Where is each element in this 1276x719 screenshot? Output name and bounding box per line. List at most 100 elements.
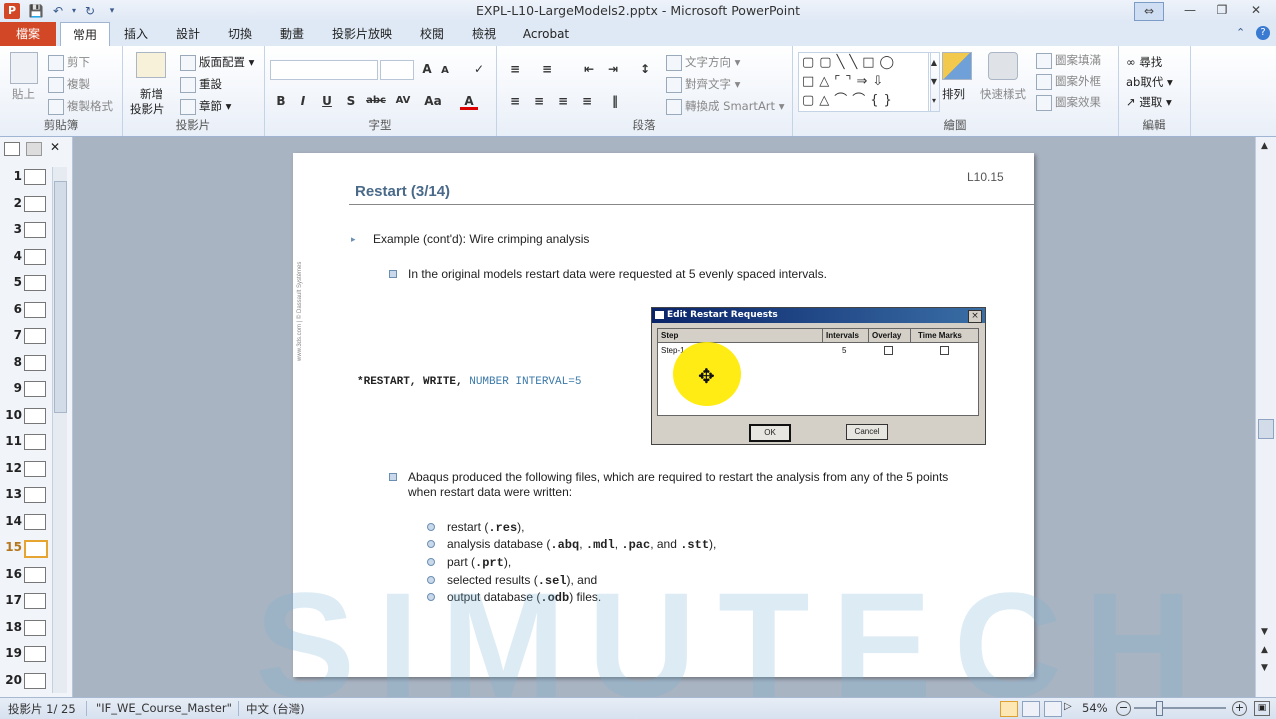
new-slide-label-1[interactable]: 新增 <box>140 86 163 102</box>
theme-name[interactable]: "IF_WE_Course_Master" <box>96 701 232 715</box>
timemarks-checkbox[interactable] <box>940 346 949 355</box>
thumbnail-preview[interactable] <box>24 195 46 212</box>
find-button[interactable]: ∞ 尋找 <box>1126 54 1162 70</box>
thumbnail-preview[interactable] <box>24 248 46 265</box>
overlay-checkbox[interactable] <box>884 346 893 355</box>
restore-ribbon-button[interactable]: ⇔ <box>1134 2 1164 21</box>
format-painter-button[interactable]: 複製格式 <box>48 98 113 115</box>
zoom-in-icon[interactable]: + <box>1232 701 1247 716</box>
slide-title[interactable]: Restart (3/14) <box>355 183 450 200</box>
increase-indent-icon[interactable]: ⇥ <box>604 60 622 78</box>
slide-thumbnail-2[interactable]: 2 <box>0 195 50 222</box>
clear-format-icon[interactable]: ✓ <box>470 60 488 78</box>
thumbnail-preview[interactable] <box>24 646 46 662</box>
tab-acrobat[interactable]: Acrobat <box>516 22 576 46</box>
copy-button[interactable]: 複製 <box>48 76 90 93</box>
scroll-up-icon[interactable]: ▲ <box>1261 141 1268 151</box>
tab-review[interactable]: 校閱 <box>410 22 454 46</box>
minimize-button[interactable]: — <box>1176 2 1204 19</box>
char-spacing-button[interactable]: AV <box>392 92 414 110</box>
justify-icon[interactable]: ≡ <box>578 92 596 110</box>
thumbnail-preview[interactable] <box>24 619 46 636</box>
quick-styles-icon[interactable] <box>988 52 1018 80</box>
fit-to-window-icon[interactable]: ▣ <box>1254 701 1270 716</box>
replace-button[interactable]: ab取代 ▾ <box>1126 74 1173 90</box>
align-text-button[interactable]: 對齊文字 ▾ <box>666 76 740 93</box>
shape-fill-button[interactable]: 圖案填滿 <box>1036 52 1101 69</box>
slides-tab-icon[interactable] <box>4 142 20 156</box>
thumbnail-preview[interactable] <box>24 566 46 583</box>
tab-transitions[interactable]: 切換 <box>218 22 262 46</box>
slide-thumbnail-9[interactable]: 9 <box>0 381 50 407</box>
slide-thumbnail-10[interactable]: 10 <box>0 407 50 434</box>
paste-button[interactable]: 貼上 <box>12 86 35 102</box>
thumbnail-scroll-thumb[interactable] <box>54 181 67 413</box>
shape-outline-button[interactable]: 圖案外框 <box>1036 73 1101 90</box>
slide-thumbnail-5[interactable]: 5 <box>0 275 50 301</box>
thumbnail-preview[interactable] <box>24 540 48 558</box>
zoom-out-icon[interactable]: − <box>1116 701 1131 716</box>
smartart-button[interactable]: 轉換成 SmartArt ▾ <box>666 98 784 115</box>
shadow-button[interactable]: S <box>342 92 360 110</box>
thumbnail-preview[interactable] <box>24 222 46 238</box>
arrange-button[interactable]: 排列 <box>942 86 965 102</box>
slide-thumbnail-20[interactable]: 20 <box>0 672 50 699</box>
italic-button[interactable]: I <box>294 92 312 110</box>
zoom-slider-thumb[interactable] <box>1156 701 1163 716</box>
close-panel-icon[interactable]: ✕ <box>50 140 60 154</box>
close-window-button[interactable]: ✕ <box>1242 2 1270 19</box>
font-size-combo[interactable] <box>380 60 414 80</box>
sub-bullet-restart-data[interactable]: In the original models restart data were… <box>408 267 827 281</box>
maximize-button[interactable]: ❐ <box>1208 2 1236 19</box>
columns-icon[interactable]: ‖ <box>606 92 624 110</box>
text-direction-button[interactable]: 文字方向 ▾ <box>666 54 740 71</box>
underline-button[interactable]: U <box>318 92 336 110</box>
align-right-icon[interactable]: ≡ <box>554 92 572 110</box>
quick-styles-button[interactable]: 快速樣式 <box>980 86 1026 102</box>
slide-sorter-icon[interactable] <box>1022 701 1040 717</box>
change-case-button[interactable]: Aa <box>422 92 444 110</box>
language-indicator[interactable]: 中文 (台灣) <box>246 701 305 717</box>
reset-button[interactable]: 重設 <box>180 76 222 93</box>
thumbnail-preview[interactable] <box>24 513 46 530</box>
thumbnail-preview[interactable] <box>24 434 46 450</box>
thumbnail-preview[interactable] <box>24 275 46 291</box>
new-slide-icon[interactable] <box>136 52 166 78</box>
shapes-more-icon[interactable]: ▲ ▼ ▾ <box>928 52 940 112</box>
tab-view[interactable]: 檢視 <box>462 22 506 46</box>
thumbnail-preview[interactable] <box>24 593 46 609</box>
layout-button[interactable]: 版面配置 ▾ <box>180 54 254 71</box>
dialog-ok-button[interactable]: OK <box>749 424 791 442</box>
thumbnail-preview[interactable] <box>24 487 46 503</box>
slide-thumbnail-1[interactable]: 1 <box>0 169 50 195</box>
shrink-font-button[interactable]: A <box>436 62 454 80</box>
slide-thumbnail-3[interactable]: 3 <box>0 222 50 248</box>
slide-thumbnail-17[interactable]: 17 <box>0 593 50 619</box>
thumbnail-preview[interactable] <box>24 301 46 318</box>
help-icon[interactable]: ? <box>1256 26 1270 40</box>
thumbnail-preview[interactable] <box>24 460 46 477</box>
sub-bullet-abaqus-files-1[interactable]: Abaqus produced the following files, whi… <box>408 470 948 484</box>
align-left-icon[interactable]: ≡ <box>506 92 524 110</box>
file-item-analysis-db[interactable]: analysis database (.abq, .mdl, .pac, and… <box>447 537 716 552</box>
line-spacing-icon[interactable]: ↕ <box>636 60 654 78</box>
cut-button[interactable]: 剪下 <box>48 54 90 71</box>
arrange-icon[interactable] <box>942 52 972 80</box>
numbering-icon[interactable]: ≡ <box>538 60 556 78</box>
restart-code[interactable]: *RESTART, WRITE, NUMBER INTERVAL=5 <box>357 376 581 388</box>
shape-effects-button[interactable]: 圖案效果 <box>1036 94 1101 111</box>
dialog-cancel-button[interactable]: Cancel <box>846 424 888 440</box>
reading-view-icon[interactable] <box>1044 701 1062 717</box>
slide-thumbnail-19[interactable]: 19 <box>0 646 50 672</box>
scroll-thumb[interactable] <box>1258 419 1274 439</box>
thumbnail-scrollbar[interactable] <box>52 167 67 693</box>
slide-thumbnail-11[interactable]: 11 <box>0 434 50 460</box>
zoom-level[interactable]: 54% <box>1082 701 1108 715</box>
section-button[interactable]: 章節 ▾ <box>180 98 231 115</box>
paste-icon[interactable] <box>10 52 38 84</box>
slideshow-icon[interactable]: ▷ <box>1064 701 1078 715</box>
bullets-icon[interactable]: ≡ <box>506 60 524 78</box>
new-slide-label-2[interactable]: 投影片 <box>130 101 165 117</box>
thumbnail-preview[interactable] <box>24 672 46 689</box>
thumbnail-preview[interactable] <box>24 169 46 185</box>
